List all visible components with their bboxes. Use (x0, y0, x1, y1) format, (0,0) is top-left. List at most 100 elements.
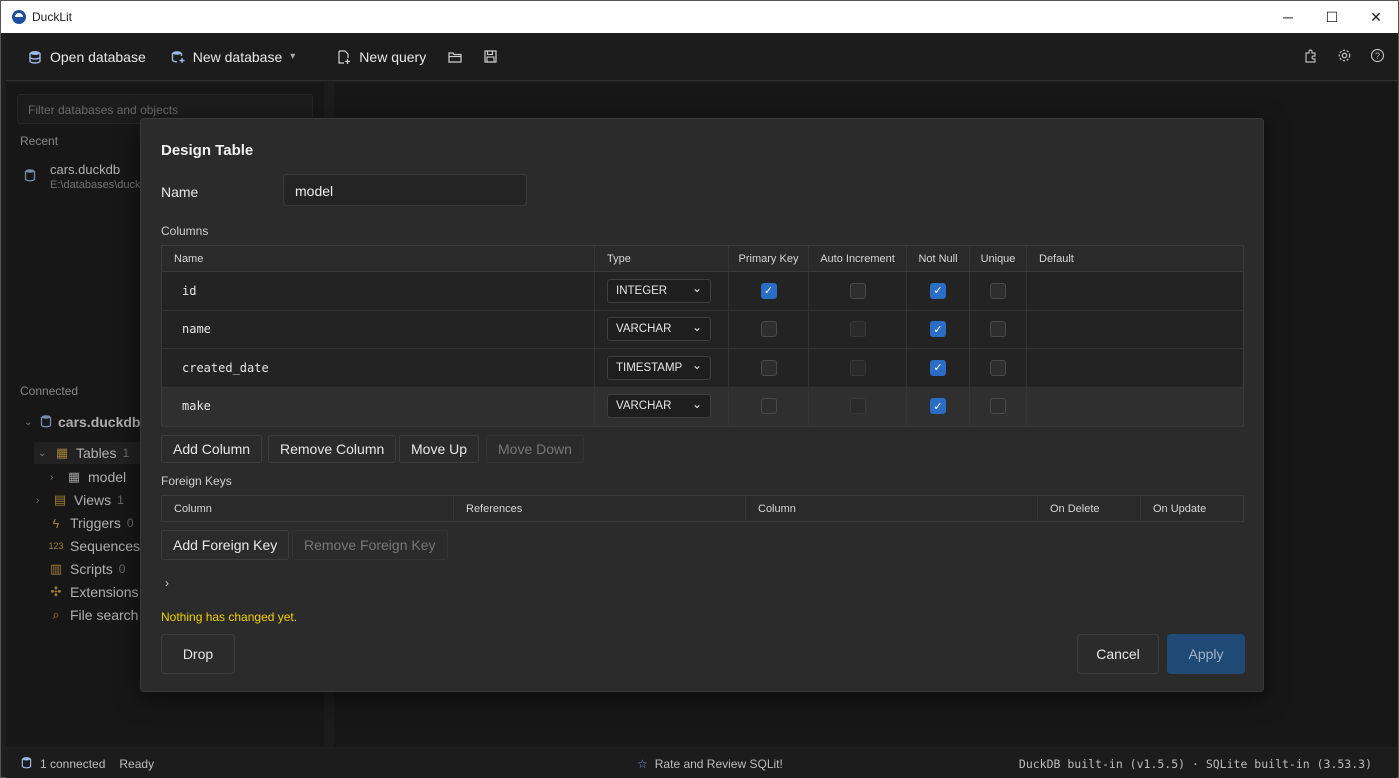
rate-review-link[interactable]: ☆ Rate and Review SQLit! (637, 757, 783, 771)
header-unique: Unique (970, 246, 1027, 271)
main-toolbar: Open database New database ▾ New query ? (6, 33, 1397, 81)
move-up-button[interactable]: Move Up (399, 435, 480, 463)
default-value-cell[interactable] (1027, 311, 1243, 349)
table-row[interactable]: id INTEGER ⌄ ✓ ✓ (162, 272, 1243, 311)
unique-checkbox[interactable] (990, 359, 1006, 376)
new-query-icon (337, 49, 351, 64)
not-null-cell: ✓ (907, 349, 970, 387)
add-column-button[interactable]: Add Column (161, 435, 263, 463)
fk-header-column: Column (162, 496, 454, 521)
column-type-cell: INTEGER ⌄ (595, 272, 729, 310)
status-text: Ready (119, 756, 155, 771)
settings-icon[interactable] (1337, 48, 1352, 67)
header-default: Default (1039, 252, 1074, 265)
table-name-input[interactable]: model (283, 174, 527, 206)
table-row[interactable]: name VARCHAR ⌄ ✓ (162, 310, 1243, 349)
column-name-cell[interactable]: id (162, 272, 595, 310)
add-foreign-key-button[interactable]: Add Foreign Key (161, 530, 290, 560)
auto-increment-cell (809, 310, 907, 348)
save-button[interactable] (483, 41, 497, 73)
not-null-cell: ✓ (907, 310, 970, 348)
auto-increment-cell (809, 349, 907, 387)
new-database-button[interactable]: New database ▾ (171, 41, 295, 73)
extensions-icon[interactable] (1304, 48, 1319, 67)
column-type-cell: VARCHAR ⌄ (595, 310, 729, 348)
maximize-button[interactable]: ☐ (1310, 1, 1354, 33)
header-name: Name (162, 246, 595, 271)
foreign-keys-grid: Column References Column On Delete On Up… (161, 495, 1244, 522)
unique-checkbox[interactable] (990, 282, 1006, 299)
table-row[interactable]: make VARCHAR ⌄ ✓ (162, 387, 1243, 426)
table-name-label: Name (161, 184, 199, 200)
header-type: Type (595, 246, 729, 271)
unique-cell (970, 310, 1027, 348)
not-null-checkbox[interactable]: ✓ (930, 282, 946, 299)
column-type-value: VARCHAR (616, 323, 672, 336)
fk-header-references: References (454, 496, 746, 521)
column-name-text: created_date (182, 360, 269, 375)
auto-increment-checkbox[interactable] (849, 282, 866, 299)
remove-foreign-key-button[interactable]: Remove Foreign Key (292, 530, 448, 560)
not-null-cell: ✓ (907, 387, 970, 425)
auto-increment-checkbox[interactable] (849, 398, 866, 415)
open-database-button[interactable]: Open database (28, 41, 146, 73)
open-file-button[interactable] (448, 41, 462, 73)
primary-key-checkbox[interactable] (760, 321, 777, 338)
column-type-value: TIMESTAMP (616, 361, 683, 374)
cancel-button[interactable]: Cancel (1077, 634, 1159, 674)
header-not-null: Not Null (907, 246, 970, 271)
move-down-button[interactable]: Move Down (486, 435, 584, 463)
unique-cell (970, 349, 1027, 387)
unique-cell (970, 387, 1027, 425)
database-icon (28, 50, 42, 64)
column-name-cell[interactable]: make (162, 387, 595, 425)
not-null-checkbox[interactable]: ✓ (930, 398, 946, 415)
star-icon: ☆ (637, 756, 648, 771)
primary-key-cell (729, 310, 809, 348)
chevron-down-icon[interactable]: ▾ (290, 51, 295, 62)
help-icon[interactable]: ? (1370, 48, 1385, 67)
column-type-value: VARCHAR (616, 400, 672, 413)
column-type-select[interactable]: INTEGER ⌄ (607, 278, 711, 303)
not-null-cell: ✓ (907, 272, 970, 310)
primary-key-checkbox[interactable] (760, 398, 777, 415)
not-null-checkbox[interactable]: ✓ (930, 321, 946, 338)
columns-section-label: Columns (161, 224, 209, 238)
columns-grid-header: Name Type Primary Key Auto Increment Not… (162, 246, 1243, 272)
column-name-text: make (182, 399, 211, 414)
auto-increment-checkbox[interactable] (849, 359, 866, 376)
not-null-checkbox[interactable]: ✓ (930, 359, 946, 376)
table-row[interactable]: created_date TIMESTAMP ⌄ ✓ (162, 349, 1243, 388)
apply-button[interactable]: Apply (1167, 634, 1245, 674)
auto-increment-cell (809, 272, 907, 310)
primary-key-checkbox[interactable]: ✓ (760, 282, 777, 299)
close-window-button[interactable]: ✕ (1354, 1, 1398, 33)
open-database-label: Open database (50, 48, 146, 65)
header-primary-key: Primary Key (729, 246, 809, 271)
column-name-cell[interactable]: name (162, 310, 595, 348)
change-status-notice: Nothing has changed yet. (161, 610, 298, 624)
column-type-select[interactable]: TIMESTAMP ⌄ (607, 355, 711, 380)
column-type-cell: TIMESTAMP ⌄ (595, 349, 729, 387)
chevron-down-icon: ⌄ (691, 319, 702, 334)
new-query-button[interactable]: New query (337, 41, 426, 73)
primary-key-cell: ✓ (729, 272, 809, 310)
column-name-cell[interactable]: created_date (162, 349, 595, 387)
primary-key-checkbox[interactable] (760, 359, 777, 376)
default-value-cell[interactable] (1027, 272, 1243, 310)
unique-checkbox[interactable] (990, 398, 1006, 415)
default-value-cell[interactable] (1027, 388, 1243, 426)
column-name-text: name (182, 322, 211, 337)
unique-checkbox[interactable] (990, 321, 1006, 338)
design-table-dialog: Design Table Name model Columns Name Typ… (140, 118, 1264, 692)
auto-increment-checkbox[interactable] (849, 321, 866, 338)
default-value-cell[interactable] (1027, 349, 1243, 387)
chevron-down-icon: ⌄ (691, 396, 702, 411)
remove-column-button[interactable]: Remove Column (268, 435, 397, 463)
sql-preview-expander-icon[interactable]: › (165, 576, 169, 590)
minimize-button[interactable]: ─ (1266, 1, 1310, 33)
column-type-select[interactable]: VARCHAR ⌄ (607, 394, 711, 419)
svg-text:?: ? (1375, 51, 1380, 61)
column-type-select[interactable]: VARCHAR ⌄ (607, 317, 711, 342)
drop-button[interactable]: Drop (161, 634, 235, 674)
